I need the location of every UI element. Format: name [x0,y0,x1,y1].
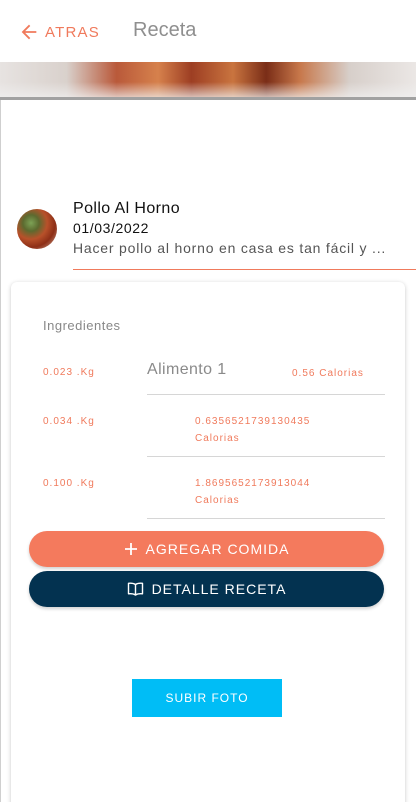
upload-photo-label: SUBIR FOTO [165,691,249,705]
ingredient-calories-unit: Calorias [195,495,240,506]
ingredient-calories: 0.56 Calorias [292,368,364,379]
recipe-hero-image [0,60,416,100]
recipe-date: 01/03/2022 [73,220,150,236]
ingredient-divider [147,394,385,395]
hero-divider [0,97,416,100]
ingredient-divider [147,456,385,457]
app-screen: ATRAS Receta Pollo Al Horno 01/03/2022 H… [0,0,416,802]
top-bar: ATRAS Receta [0,0,416,62]
back-label: ATRAS [45,23,100,41]
recipe-summary[interactable]: Pollo Al Horno 01/03/2022 Hacer pollo al… [15,196,416,272]
recipe-name: Pollo Al Horno [73,200,180,217]
page-title: Receta [133,19,197,41]
plus-icon [124,543,137,555]
arrow-left-icon [21,24,37,40]
frame-border [0,0,1,802]
add-food-button[interactable]: AGREGAR COMIDA [29,531,384,567]
ingredients-label: Ingredientes [43,318,121,333]
ingredients-card: Ingredientes 0.023 .Kg Alimento 1 0.56 C… [11,282,405,802]
ingredient-divider [147,518,385,519]
avatar [17,209,57,249]
upload-photo-button[interactable]: SUBIR FOTO [132,679,282,717]
ingredient-quantity: 0.034 .Kg [43,416,95,427]
ingredient-calories-unit: Calorias [195,433,240,444]
ingredient-quantity: 0.023 .Kg [43,367,95,378]
back-button[interactable]: ATRAS [18,20,100,44]
recipe-underline [73,269,416,270]
recipe-detail-button[interactable]: DETALLE RECETA [29,571,384,607]
add-food-label: AGREGAR COMIDA [145,541,290,557]
ingredient-quantity: 0.100 .Kg [43,478,95,489]
recipe-description: Hacer pollo al horno en casa es tan fáci… [73,240,387,256]
book-open-icon [127,582,143,596]
ingredient-calories-value: 0.6356521739130435 [195,416,311,427]
ingredient-name: Alimento 1 [147,361,227,378]
recipe-detail-label: DETALLE RECETA [151,581,287,597]
ingredient-calories-value: 1.8695652173913044 [195,478,311,489]
